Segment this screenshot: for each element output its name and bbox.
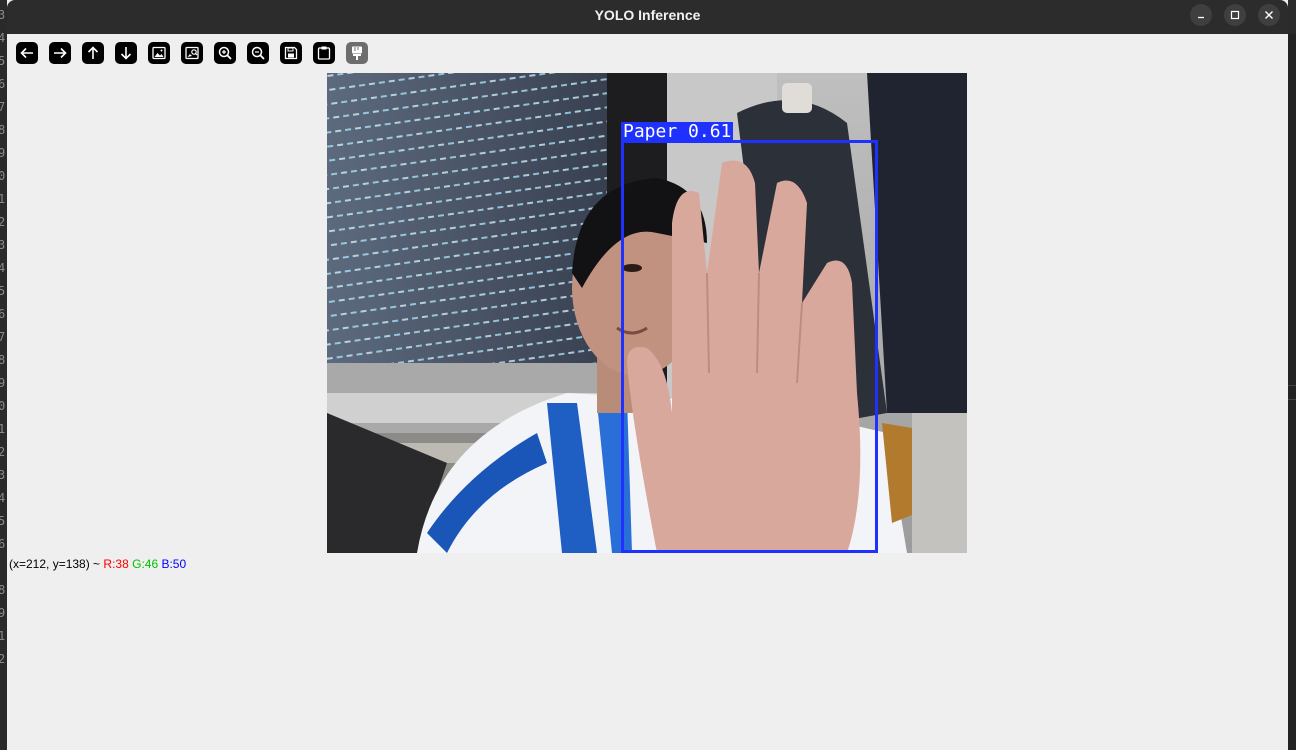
image-zoom-icon <box>185 46 199 60</box>
titlebar[interactable]: YOLO Inference <box>7 0 1288 34</box>
arrow-right-icon <box>54 47 67 59</box>
arrow-left-icon <box>20 47 33 59</box>
window-title: YOLO Inference <box>594 7 701 23</box>
arrow-down-icon <box>120 47 132 60</box>
zoom-out-icon <box>251 46 265 60</box>
zoom-out-button[interactable] <box>247 42 269 64</box>
copy-button[interactable] <box>313 42 335 64</box>
image-icon <box>152 46 166 60</box>
properties-button[interactable] <box>346 42 368 64</box>
up-button[interactable] <box>82 42 104 64</box>
yolo-window: YOLO Inference Paper 0.61 (x=212, y=138)… <box>7 0 1288 750</box>
save-button[interactable] <box>280 42 302 64</box>
desktop-right-edge <box>1288 34 1296 750</box>
webcam-frame[interactable]: Paper 0.61 <box>327 73 967 553</box>
maximize-button[interactable] <box>1224 4 1246 26</box>
back-button[interactable] <box>16 42 38 64</box>
clipboard-icon <box>317 46 331 60</box>
down-button[interactable] <box>115 42 137 64</box>
detection-label: Paper 0.61 <box>621 121 734 142</box>
arrow-up-icon <box>87 46 99 59</box>
zoom-in-icon <box>218 46 232 60</box>
save-icon <box>284 46 298 60</box>
desktop-terminal-edge: 345 678 901 234 567 890 123 456 891 2 <box>0 0 7 750</box>
close-icon <box>1265 11 1273 19</box>
close-button[interactable] <box>1258 4 1280 26</box>
pixel-red-value: R:38 <box>103 557 129 571</box>
minimize-icon <box>1198 16 1204 19</box>
cursor-coordinates: (x=212, y=138) ~ <box>9 557 104 571</box>
detection-box <box>621 140 878 553</box>
maximize-icon <box>1230 10 1240 20</box>
paint-brush-icon <box>352 46 362 60</box>
pixel-green-value: G:46 <box>132 557 159 571</box>
minimize-button[interactable] <box>1190 4 1212 26</box>
zoom-region-button[interactable] <box>181 42 203 64</box>
forward-button[interactable] <box>49 42 71 64</box>
zoom-image-button[interactable] <box>148 42 170 64</box>
zoom-in-button[interactable] <box>214 42 236 64</box>
pixel-blue-value: B:50 <box>161 557 187 571</box>
status-bar: (x=212, y=138) ~ R:38 G:46 B:50 <box>9 557 186 571</box>
